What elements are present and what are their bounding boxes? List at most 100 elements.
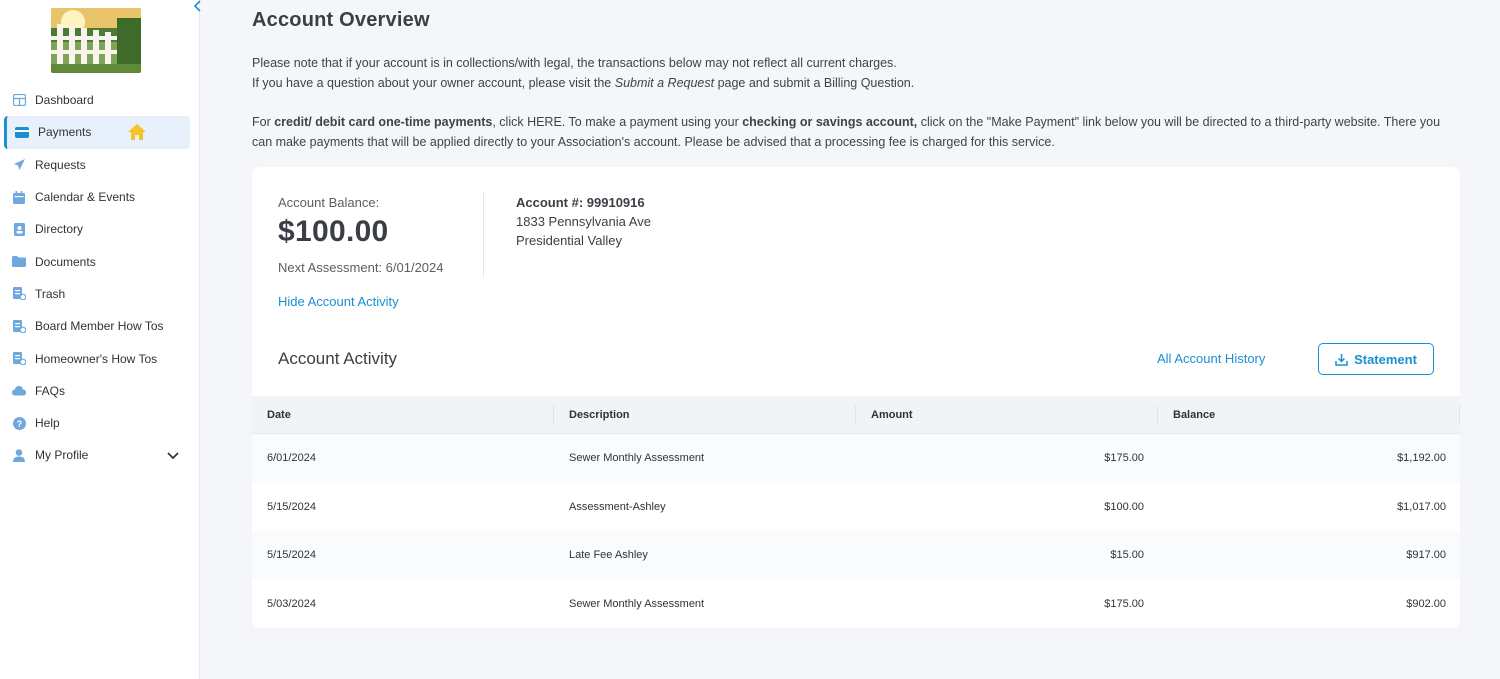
cell-description: Late Fee Ashley [569,549,648,562]
sidebar-item-label: Dashboard [35,93,94,108]
contact-book-icon [12,222,26,236]
cell-amount: $175.00 [1104,597,1144,610]
account-address-line2: Presidential Valley [516,233,622,248]
statement-button[interactable]: Statement [1318,343,1434,375]
cell-description: Sewer Monthly Assessment [569,597,705,610]
document-icon [12,352,26,366]
table-body: 6/01/2024 Sewer Monthly Assessment $175.… [252,434,1460,628]
column-header-amount[interactable]: Amount [856,396,1158,434]
account-notice: Please note that if your account is in c… [252,53,1462,152]
cell-date: 5/15/2024 [267,500,316,513]
all-account-history-link[interactable]: All Account History [1157,351,1265,366]
table-header: Date Description Amount Balance [252,396,1460,434]
user-icon [12,448,26,462]
sidebar-item-help[interactable]: ? Help [0,407,200,439]
table-row: 6/01/2024 Sewer Monthly Assessment $175.… [252,434,1460,483]
table-row: 5/15/2024 Late Fee Ashley $15.00 $917.00 [252,531,1460,580]
column-label: Balance [1173,408,1216,421]
column-header-description[interactable]: Description [554,396,856,434]
document-icon [12,287,26,301]
home-icon [127,122,147,142]
table-row: 5/03/2024 Sewer Monthly Assessment $175.… [252,580,1460,629]
hide-account-activity-link[interactable]: Hide Account Activity [278,294,399,309]
sidebar-item-documents[interactable]: Documents [0,245,200,277]
dashboard-icon [12,93,26,107]
sidebar-item-requests[interactable]: Requests [0,149,200,181]
column-label: Description [569,408,630,421]
next-assessment: Next Assessment: 6/01/2024 [278,260,444,275]
sidebar-item-label: Trash [35,286,66,301]
sidebar-nav: Dashboard Payments Requests Calendar & E… [0,84,200,472]
divider [483,193,484,277]
table-row: 5/15/2024 Assessment-Ashley $100.00 $1,0… [252,483,1460,532]
sidebar-item-label: Board Member How Tos [35,319,164,334]
sidebar-item-label: Calendar & Events [35,190,136,205]
sidebar: Dashboard Payments Requests Calendar & E… [0,0,201,679]
account-number: Account #: 99910916 [516,195,645,210]
community-logo-image [51,8,141,73]
document-icon [12,319,26,333]
notice-payment-instructions: For credit/ debit card one-time payments… [252,112,1462,152]
help-icon: ? [12,416,26,430]
account-activity-title: Account Activity [278,349,398,368]
cell-date: 6/01/2024 [267,452,316,465]
paper-plane-icon [12,158,26,172]
sidebar-item-label: My Profile [35,448,89,463]
cell-amount: $15.00 [1110,549,1144,562]
notice-text: page and submit a Billing Question. [714,76,915,90]
activity-table: Date Description Amount Balance 6/01/202… [252,396,1460,628]
column-header-balance[interactable]: Balance [1158,396,1460,434]
sidebar-item-calendar-events[interactable]: Calendar & Events [0,181,200,213]
sidebar-item-my-profile[interactable]: My Profile [0,439,200,471]
notice-bold-account: checking or savings account, [742,115,918,129]
notice-question-line: If you have a question about your owner … [252,73,1462,93]
notice-text: For [252,115,275,129]
page-title: Account Overview [252,9,430,31]
sidebar-item-label: Documents [35,254,96,269]
sidebar-item-directory[interactable]: Directory [0,213,200,245]
sidebar-item-label: Directory [35,222,84,237]
calendar-icon [12,190,26,204]
notice-bold-card: credit/ debit card one-time payments [274,115,493,129]
notice-collections-line: Please note that if your account is in c… [252,56,897,70]
sidebar-item-payments[interactable]: Payments [4,116,190,149]
main-content: Account Overview Please note that if you… [200,0,1500,679]
submit-request-link[interactable]: Submit a Request [615,76,714,90]
account-address-line1: 1833 Pennsylvania Ave [516,214,651,229]
column-label: Amount [871,408,913,421]
column-header-date[interactable]: Date [252,396,554,434]
sidebar-item-faqs[interactable]: FAQs [0,375,200,407]
column-label: Date [267,408,291,421]
download-icon [1335,353,1348,366]
sidebar-item-dashboard[interactable]: Dashboard [0,84,200,116]
cell-balance: $902.00 [1406,597,1446,610]
cell-description: Assessment-Ashley [569,500,666,513]
cell-date: 5/15/2024 [267,549,316,562]
cloud-icon [12,384,26,398]
credit-card-icon [15,125,29,139]
cell-balance: $1,192.00 [1397,452,1446,465]
sidebar-item-trash[interactable]: Trash [0,278,200,310]
sidebar-item-label: Homeowner's How Tos [35,351,158,366]
cell-balance: $1,017.00 [1397,500,1446,513]
chevron-down-icon[interactable] [166,448,180,462]
statement-label: Statement [1354,351,1417,367]
sidebar-item-label: Requests [35,157,86,172]
sidebar-item-label: FAQs [35,383,66,398]
account-card: Account Balance: $100.00 Next Assessment… [252,167,1460,628]
sidebar-item-board-member-how-tos[interactable]: Board Member How Tos [0,310,200,342]
sidebar-item-homeowners-how-tos[interactable]: Homeowner's How Tos [0,342,200,374]
balance-label: Account Balance: [278,195,380,210]
folder-icon [12,255,26,269]
sidebar-item-label: Help [35,416,60,431]
cell-balance: $917.00 [1406,549,1446,562]
notice-text: , click HERE. To make a payment using yo… [492,115,743,129]
cell-amount: $175.00 [1104,452,1144,465]
cell-date: 5/03/2024 [267,597,316,610]
notice-text: If you have a question about your owner … [252,76,615,90]
cell-description: Sewer Monthly Assessment [569,452,705,465]
sidebar-item-label: Payments [38,125,92,140]
balance-amount: $100.00 [278,215,389,248]
cell-amount: $100.00 [1104,500,1144,513]
svg-text:?: ? [16,419,22,429]
